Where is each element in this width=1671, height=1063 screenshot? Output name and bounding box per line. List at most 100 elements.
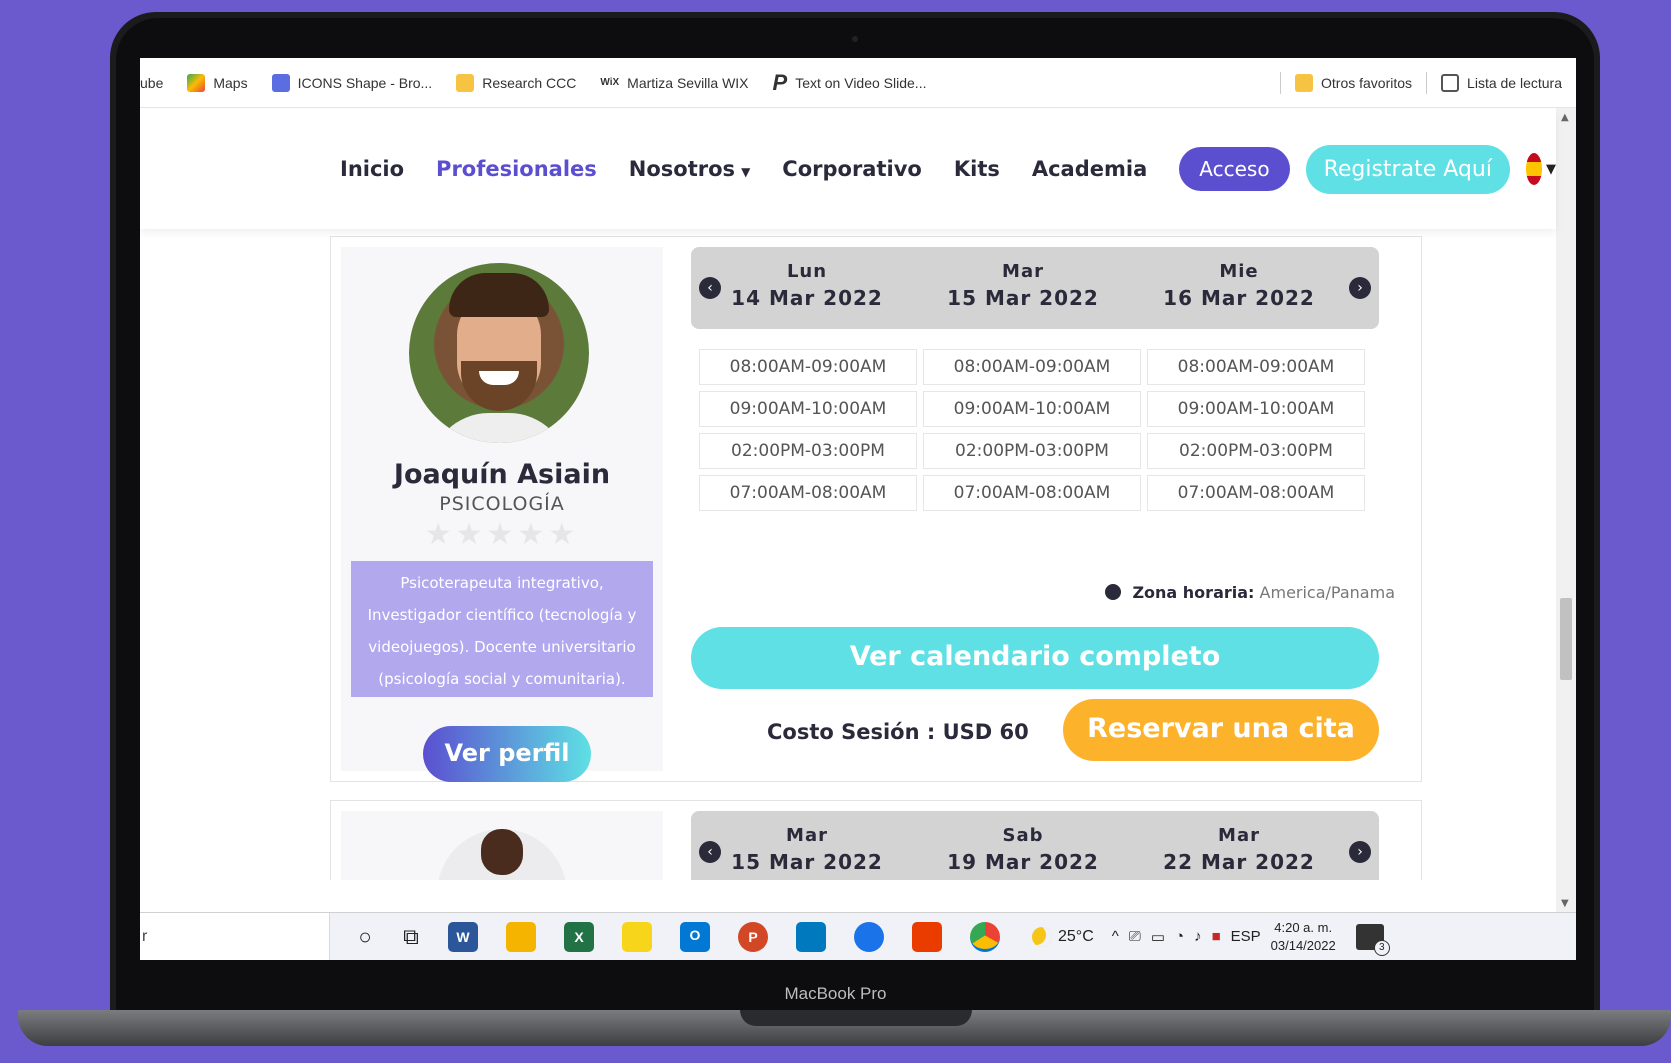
clock-icon	[1105, 584, 1122, 600]
task-view-icon[interactable]: ⧉	[388, 924, 434, 950]
bookmark-maps[interactable]: Maps	[187, 73, 248, 92]
time-slot[interactable]: 08:00AM-09:00AM	[1147, 349, 1365, 385]
language-indicator[interactable]: ESP	[1231, 928, 1261, 945]
professional-card: Joaquín Asiain PSICOLOGÍA ★★★★★ Psicoter…	[330, 236, 1422, 782]
day-date: 15 Mar 2022	[947, 286, 1099, 310]
meet-icon[interactable]: ⎚	[1129, 928, 1141, 945]
p-icon: P	[772, 69, 788, 95]
avatar-beard	[461, 361, 537, 411]
nav-corporativo[interactable]: Corporativo	[782, 157, 922, 181]
word-icon[interactable]: W	[448, 921, 478, 952]
date-navigator: ‹ Lun 14 Mar 2022 Mar 15 Mar 2022 Mie 16…	[691, 247, 1379, 329]
file-explorer-icon[interactable]	[506, 921, 536, 952]
weather-widget[interactable]: 25°C	[1032, 926, 1094, 947]
time-slot[interactable]: 02:00PM-03:00PM	[923, 433, 1141, 469]
powerpoint-icon[interactable]: P	[738, 921, 768, 952]
day-column: Sab 19 Mar 2022	[933, 825, 1113, 874]
volume-icon[interactable]: ♪	[1194, 928, 1202, 945]
time-slot[interactable]: 08:00AM-09:00AM	[923, 349, 1141, 385]
view-profile-button[interactable]: Ver perfil	[423, 726, 591, 782]
trello-icon[interactable]	[796, 921, 826, 952]
time-slot[interactable]: 07:00AM-08:00AM	[1147, 475, 1365, 511]
wifi-icon[interactable]: ◔	[1175, 928, 1184, 945]
day-date: 16 Mar 2022	[1163, 286, 1315, 310]
day-name: Mie	[1219, 261, 1259, 282]
reading-list[interactable]: Lista de lectura	[1441, 73, 1562, 92]
clock-date: 03/14/2022	[1270, 937, 1336, 953]
other-favorites-label: Otros favoritos	[1321, 74, 1413, 91]
notifications-icon[interactable]: 3	[1355, 923, 1390, 956]
nav-academia[interactable]: Academia	[1032, 157, 1147, 181]
register-button[interactable]: Registrate Aquí	[1305, 144, 1510, 194]
day-name: Mar	[1002, 261, 1044, 282]
scroll-up-icon[interactable]: ▲	[1561, 112, 1569, 123]
reading-list-label: Lista de lectura	[1467, 74, 1562, 91]
sticky-notes-icon[interactable]	[622, 921, 652, 952]
bookmark-label: Maps	[213, 74, 248, 91]
session-cost: Costo Sesión : USD 60	[767, 720, 1029, 744]
cortana-icon[interactable]: ○	[342, 924, 388, 950]
time-slot[interactable]: 02:00PM-03:00PM	[699, 433, 917, 469]
time-slot[interactable]: 08:00AM-09:00AM	[699, 349, 917, 385]
bookmark-label: Research CCC	[482, 74, 577, 91]
maps-icon	[187, 73, 206, 92]
bookmark-youtube[interactable]: ube	[140, 75, 163, 91]
bookmark-icons-shape[interactable]: ICONS Shape - Bro...	[271, 73, 432, 92]
bookmark-research[interactable]: Research CCC	[456, 73, 577, 92]
chevron-up-icon[interactable]: ^	[1112, 928, 1119, 945]
scroll-thumb[interactable]	[1560, 598, 1572, 680]
day-date: 19 Mar 2022	[947, 850, 1099, 874]
day-column: Mar 15 Mar 2022	[933, 261, 1113, 310]
full-calendar-button[interactable]: Ver calendario completo	[691, 627, 1379, 689]
chrome-icon[interactable]	[970, 921, 1000, 952]
clock-time: 4:20 a. m.	[1274, 919, 1333, 935]
office-icon[interactable]	[912, 921, 942, 952]
time-slot[interactable]: 07:00AM-08:00AM	[699, 475, 917, 511]
time-slot[interactable]: 09:00AM-10:00AM	[699, 391, 917, 427]
chevron-down-icon[interactable]: ▼	[1546, 162, 1556, 177]
bookmark-label: ube	[140, 74, 164, 91]
slot-row: 02:00PM-03:00PM 02:00PM-03:00PM 02:00PM-…	[699, 433, 1371, 469]
book-appointment-button[interactable]: Reservar una cita	[1063, 699, 1379, 761]
battery-icon[interactable]: ▭	[1151, 928, 1165, 946]
folder-icon	[1295, 73, 1314, 92]
scrollbar[interactable]: ▲ ▼	[1556, 108, 1576, 913]
reading-list-icon	[1441, 73, 1460, 92]
slot-row: 08:00AM-09:00AM 08:00AM-09:00AM 08:00AM-…	[699, 349, 1371, 385]
nav-nosotros[interactable]: Nosotros ▼	[629, 157, 751, 181]
next-dates-icon[interactable]: ›	[1349, 841, 1371, 863]
time-slot[interactable]: 07:00AM-08:00AM	[923, 475, 1141, 511]
scroll-down-icon[interactable]: ▼	[1561, 898, 1569, 909]
login-button[interactable]: Acceso	[1179, 147, 1290, 191]
day-column: Lun 14 Mar 2022	[717, 261, 897, 310]
outlook-icon[interactable]: O	[680, 921, 710, 952]
notifications-count: 3	[1373, 939, 1390, 956]
day-column: Mar 22 Mar 2022	[1149, 825, 1329, 874]
slot-row: 07:00AM-08:00AM 07:00AM-08:00AM 07:00AM-…	[699, 475, 1371, 511]
other-favorites[interactable]: Otros favoritos	[1295, 73, 1413, 92]
taskbar-search-input[interactable]: r	[140, 912, 330, 960]
day-date: 22 Mar 2022	[1163, 850, 1315, 874]
time-slot[interactable]: 02:00PM-03:00PM	[1147, 433, 1365, 469]
excel-icon[interactable]: X	[564, 921, 594, 952]
bookmark-label: Martiza Sevilla WIX	[627, 74, 749, 91]
bookmark-text-on-video[interactable]: P Text on Video Slide...	[773, 70, 927, 96]
clock[interactable]: 4:20 a. m. 03/14/2022	[1271, 919, 1336, 955]
nav-inicio[interactable]: Inicio	[340, 157, 404, 181]
avatar	[437, 829, 567, 880]
avatar-head	[481, 829, 523, 875]
bookmark-wix[interactable]: WiX Martiza Sevilla WIX	[600, 75, 748, 91]
bookmark-label: Text on Video Slide...	[795, 74, 927, 91]
folder-icon	[456, 73, 475, 92]
nav-kits[interactable]: Kits	[954, 157, 1000, 181]
chrome-canary-icon[interactable]	[854, 921, 884, 952]
app-tray-icon[interactable]: ■	[1212, 928, 1221, 945]
next-dates-icon[interactable]: ›	[1349, 277, 1371, 299]
nav-profesionales[interactable]: Profesionales	[436, 157, 597, 181]
spain-flag-icon[interactable]	[1525, 153, 1542, 185]
bookmarks-right: Otros favoritos Lista de lectura	[1266, 71, 1576, 94]
day-name: Mar	[1218, 825, 1260, 846]
professional-name: Joaquín Asiain	[393, 459, 611, 490]
time-slot[interactable]: 09:00AM-10:00AM	[923, 391, 1141, 427]
time-slot[interactable]: 09:00AM-10:00AM	[1147, 391, 1365, 427]
